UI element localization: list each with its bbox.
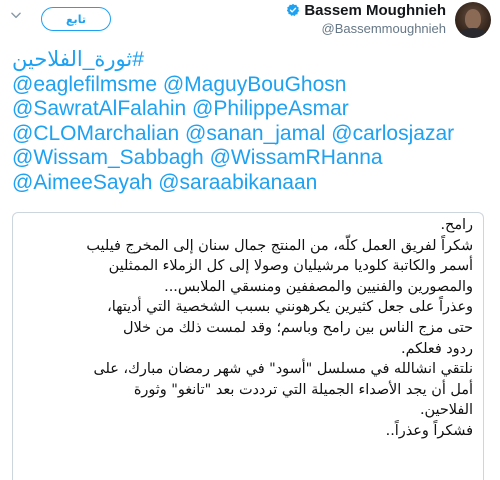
mention-line[interactable]: @AimeeSayah @saraabikanaan: [12, 171, 482, 196]
tweet-image-card[interactable]: رامح. شكراً لفريق العمل كلّه، من المنتج …: [12, 212, 484, 480]
author-display-name[interactable]: Bassem Moughnieh: [304, 2, 446, 19]
avatar-face: [465, 9, 481, 29]
image-text-line: نلتقي انشالله في مسلسل "أسود" في شهر رمض…: [93, 361, 473, 378]
hashtag-link[interactable]: #ثورة_الفلاحين: [12, 48, 144, 73]
mention-line[interactable]: @SawratAlFalahin @PhilippeAsmar: [12, 97, 482, 122]
tweet-header: Bassem Moughnieh @Bassemmoughnieh تابع: [0, 0, 500, 40]
follow-button[interactable]: تابع: [41, 7, 111, 31]
avatar-shoulders: [458, 28, 488, 38]
tweet-text: #ثورة_الفلاحين @eaglefilmsme @MaguyBouGh…: [12, 48, 482, 195]
image-text-line: ردود فعلكم.: [401, 340, 473, 357]
image-text-line: والمصورين والفنيين والمصففين ومنسقي المل…: [164, 278, 473, 295]
chevron-down-icon[interactable]: [9, 8, 23, 22]
mention-line[interactable]: @eaglefilmsme @MaguyBouGhosn: [12, 73, 482, 98]
image-text-line: أسمر والكاتبة كلوديا مرشيليان وصولا إلى …: [108, 258, 473, 275]
verified-badge-icon: [287, 3, 300, 17]
image-text-content: رامح. شكراً لفريق العمل كلّه، من المنتج …: [21, 215, 473, 442]
image-text-line: الفلاحين.: [419, 402, 473, 419]
author-name-row: Bassem Moughnieh: [286, 1, 446, 19]
mention-line[interactable]: @Wissam_Sabbagh @WissamRHanna: [12, 146, 482, 171]
hashtag-line: #ثورة_الفلاحين: [12, 48, 482, 73]
mention-line[interactable]: @CLOMarchalian @sanan_jamal @carlosjazar: [12, 122, 482, 147]
image-text-line: أمل أن يجد الأصداء الجميلة التي ترددت بع…: [133, 381, 473, 398]
image-text-line: حتى مزج الناس بين رامح وباسم؛ وقد لمست ذ…: [123, 319, 473, 336]
image-text-line: شكراً لفريق العمل كلّه، من المنتج جمال س…: [86, 237, 473, 254]
image-text-line: فشكراً وعذراً..: [385, 422, 473, 439]
author-info: Bassem Moughnieh @Bassemmoughnieh: [286, 1, 446, 36]
image-text-line: رامح.: [440, 217, 473, 233]
author-handle[interactable]: @Bassemmoughnieh: [286, 21, 446, 36]
avatar[interactable]: [455, 2, 491, 38]
image-text-line: وعذراً على جعل كثيرين يكرهونني بسبب الشخ…: [107, 299, 473, 316]
